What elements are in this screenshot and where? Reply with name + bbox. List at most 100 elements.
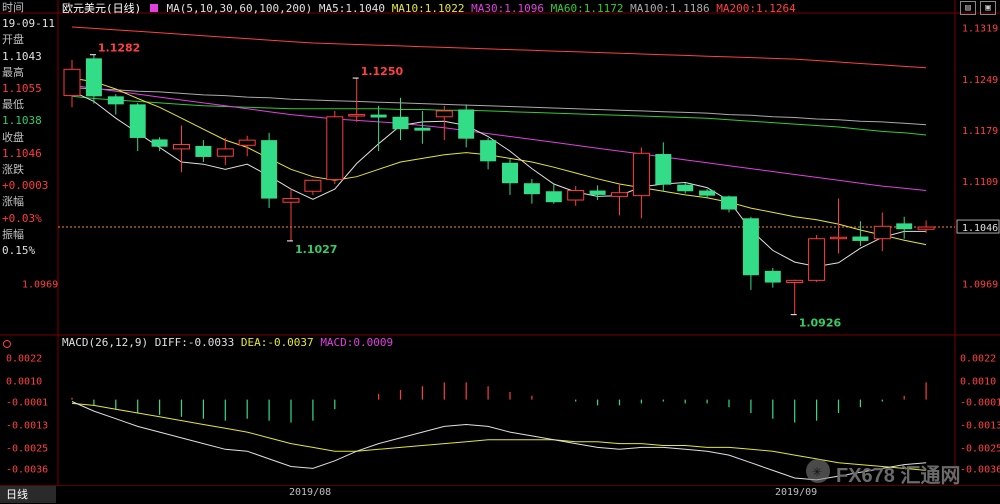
ma-params: MA(5,10,30,60,100,200) xyxy=(166,2,313,15)
candle xyxy=(567,186,585,206)
candle-body xyxy=(304,179,322,192)
candle xyxy=(502,159,518,195)
info-panel: 时间 19-09-11 开盘 1.1043 最高 1.1055 最低 1.103… xyxy=(0,0,58,260)
price-panel: 1.1282 1.1250 1.1027 1.0926 xyxy=(58,26,955,330)
candle xyxy=(129,102,146,152)
svg-text:✳: ✳ xyxy=(812,465,822,479)
macd-diff-value: DIFF:-0.0033 xyxy=(154,336,235,349)
price-tick-label: 1.1179 xyxy=(962,126,998,137)
watermark-text: FX678 汇通网 xyxy=(836,465,961,487)
high-value: 1.1055 xyxy=(2,82,42,96)
candle xyxy=(458,104,475,148)
macd-dea-value: DEA:-0.0037 xyxy=(240,336,314,349)
macd-tick-label-left: 0.0010 xyxy=(6,377,42,388)
low-value: 1.1038 xyxy=(2,114,42,128)
candle-body xyxy=(523,183,540,195)
price-tick-label: 1.1319 xyxy=(962,24,998,35)
chart-settings-icon[interactable]: ▤ xyxy=(960,1,976,15)
candle-body xyxy=(786,279,804,284)
candle xyxy=(151,137,168,152)
candle-body xyxy=(63,68,81,97)
candle-body xyxy=(195,145,212,157)
candle xyxy=(523,178,540,204)
chart-canvas[interactable]: 1.1282 1.1250 1.1027 1.0926 1.1319 1.1249 1.1… xyxy=(0,0,1000,503)
macd-tick-label: -0.0013 xyxy=(960,420,1000,431)
candle-body xyxy=(282,198,300,203)
change-label: 涨跌 xyxy=(2,163,24,177)
candle-body xyxy=(261,140,278,199)
candle-body xyxy=(326,116,344,181)
candle xyxy=(480,137,497,170)
macd-dea-line xyxy=(71,402,927,471)
candle xyxy=(107,94,124,115)
candle-body xyxy=(480,140,497,162)
candle-body xyxy=(917,226,935,230)
close-value: 1.1046 xyxy=(2,146,42,160)
annotation-label: 1.1282 xyxy=(98,42,140,55)
candle-body xyxy=(611,192,628,197)
ma30-line xyxy=(71,84,927,191)
ma10-value: MA10:1.1022 xyxy=(391,2,465,15)
price-tick-label-left: 1.0969 xyxy=(22,279,58,290)
price-tick-label: 1.1046 xyxy=(962,223,998,234)
ma200-value: MA200:1.1264 xyxy=(716,2,796,15)
candle-body xyxy=(392,116,409,130)
candle-body xyxy=(699,190,716,196)
candle xyxy=(63,59,81,108)
candle-body xyxy=(567,190,585,201)
candle-body xyxy=(107,96,124,105)
candle-body xyxy=(129,104,146,138)
candle-body xyxy=(348,114,366,117)
candle-body xyxy=(589,190,606,195)
change-value: +0.0003 xyxy=(2,179,49,193)
candle xyxy=(326,110,344,184)
price-tick-label: 1.1249 xyxy=(962,75,998,86)
macd-tick-label: 0.0010 xyxy=(960,377,996,388)
candle-body xyxy=(830,236,847,240)
macd-tick-label: -0.0036 xyxy=(960,464,1000,475)
candle-body xyxy=(414,127,431,131)
candle xyxy=(370,105,387,152)
ma60-value: MA60:1.1172 xyxy=(550,2,624,15)
ma5-value: MA5:1.1040 xyxy=(318,2,386,15)
price-tick-label: 1.1109 xyxy=(962,177,998,188)
candle-body xyxy=(896,223,913,230)
candle-body xyxy=(677,184,694,192)
candle xyxy=(808,235,826,282)
macd-tick-label-left: -0.0001 xyxy=(6,398,48,409)
candle xyxy=(873,212,891,252)
candle-body xyxy=(742,218,759,276)
candle-body xyxy=(632,152,650,197)
macd-tick-label: -0.0001 xyxy=(960,398,1000,409)
candle-body xyxy=(808,238,826,281)
annotation-label: 1.1250 xyxy=(361,65,404,78)
candle xyxy=(852,221,869,247)
macd-tick-label-left: -0.0025 xyxy=(6,443,48,454)
legend-swatch-icon xyxy=(149,4,158,12)
candle xyxy=(392,97,409,141)
ma100-line xyxy=(71,87,927,126)
candle-body xyxy=(545,191,562,203)
high-label: 最高 xyxy=(2,65,24,79)
candle xyxy=(742,216,759,290)
candle xyxy=(195,140,212,163)
candle xyxy=(589,185,606,201)
window-controls: ▤ ▣ xyxy=(960,1,996,15)
candle xyxy=(304,179,322,195)
ma30-value: MA30:1.1096 xyxy=(471,2,545,15)
date-label-sep: 2019/09 xyxy=(775,487,818,498)
close-label: 收盘 xyxy=(2,130,24,144)
macd-tick-label-left: -0.0013 xyxy=(6,420,48,431)
ma100-value: MA100:1.1186 xyxy=(630,2,710,15)
period-tab[interactable]: 日线 xyxy=(0,486,56,503)
low-label: 最低 xyxy=(2,98,24,112)
candle-body xyxy=(764,270,781,283)
amp-label: 振幅 xyxy=(2,227,24,241)
candle xyxy=(786,279,804,315)
pct-label: 涨幅 xyxy=(2,195,24,209)
candle-body xyxy=(151,139,168,147)
candle xyxy=(414,110,431,144)
candle-body xyxy=(85,58,102,97)
window-toggle-icon[interactable]: ▣ xyxy=(980,1,996,15)
candle-body xyxy=(216,148,234,157)
